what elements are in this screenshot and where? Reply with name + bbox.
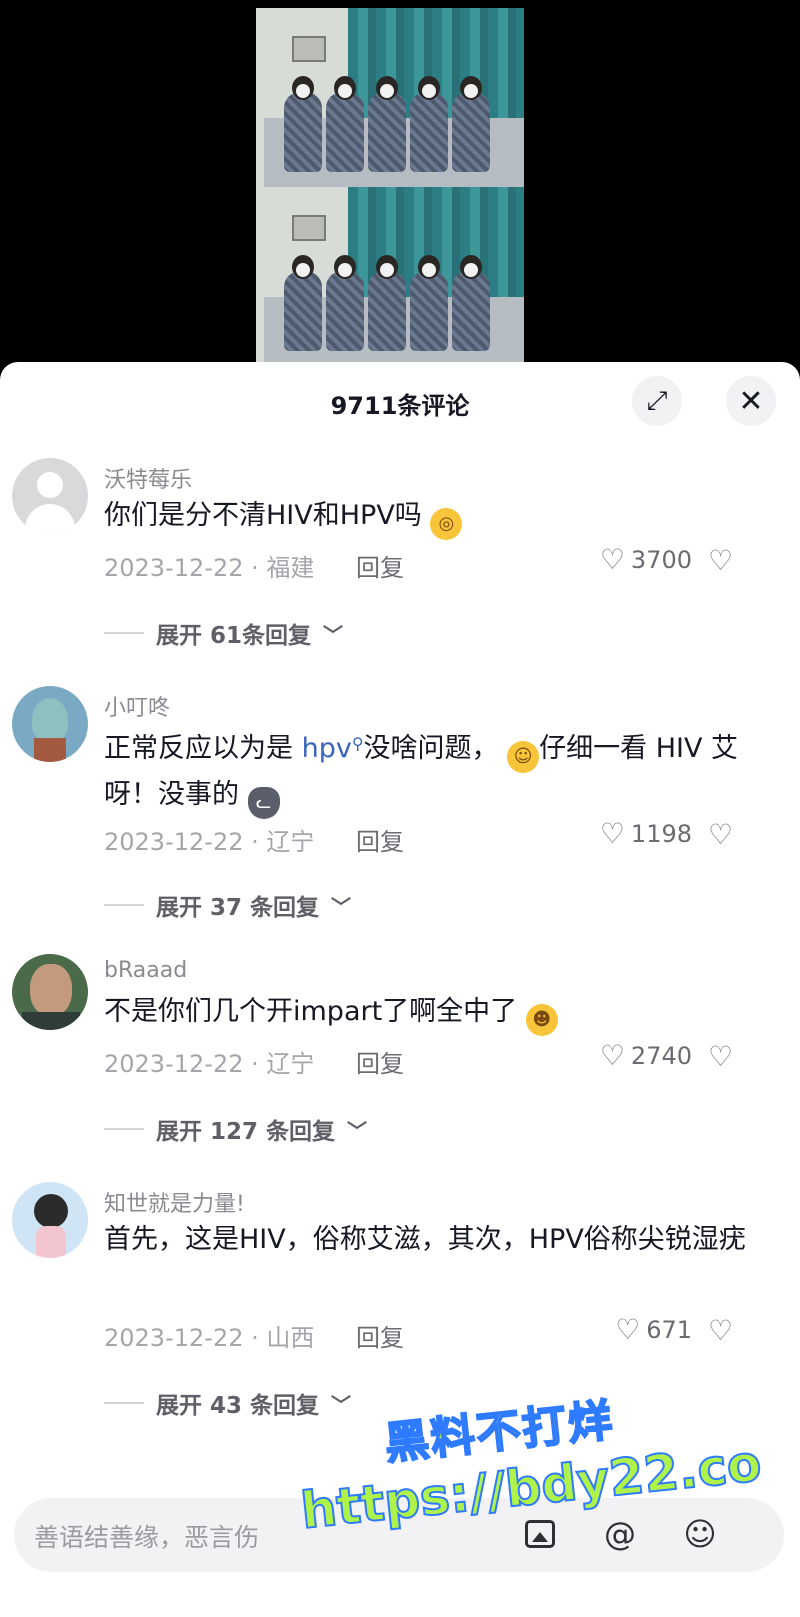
comment-text: 你们是分不清HIV和HPV吗 ◎ <box>104 494 754 540</box>
expand-replies-label: 展开 43 条回复 <box>156 1393 320 1419</box>
emoji-icon[interactable]: ☺ <box>678 1512 722 1556</box>
chevron-down-icon: ﹀ <box>347 1118 368 1143</box>
image-icon[interactable] <box>518 1512 562 1556</box>
broken-heart-icon[interactable]: ♡ <box>708 1040 733 1073</box>
chevron-down-icon: ﹀ <box>331 1392 352 1417</box>
cat-emoji-icon: ᓚ <box>247 787 280 819</box>
reply-button[interactable]: 回复 <box>356 548 404 583</box>
like-button[interactable]: ♡ 2740 <box>599 1039 692 1072</box>
like-count: 671 <box>646 1316 692 1344</box>
expand-replies-label: 展开 127 条回复 <box>156 1119 336 1145</box>
heart-icon: ♡ <box>599 817 625 850</box>
avatar[interactable] <box>12 954 88 1030</box>
reply-button[interactable]: 回复 <box>356 1044 404 1079</box>
close-icon: ✕ <box>738 383 764 419</box>
expand-icon: ⤢ <box>646 385 668 416</box>
divider <box>104 1128 144 1130</box>
expand-replies[interactable]: 展开 37 条回复 ﹀ <box>104 888 351 922</box>
expand-replies[interactable]: 展开 43 条回复 ﹀ <box>104 1386 351 1420</box>
heart-icon: ♡ <box>599 1039 625 1072</box>
like-count: 1198 <box>630 820 692 848</box>
chevron-down-icon: ﹀ <box>323 622 344 647</box>
dizzy-emoji-icon: ◎ <box>430 508 463 540</box>
broken-heart-icon[interactable]: ♡ <box>708 544 733 577</box>
heart-icon: ♡ <box>599 543 625 576</box>
like-button[interactable]: ♡ 671 <box>615 1313 692 1346</box>
divider <box>104 632 144 634</box>
comment-text: 首先，这是HIV，俗称艾滋，其次，HPV俗称尖锐湿疣 <box>104 1224 746 1255</box>
expand-replies-label: 展开 37 条回复 <box>156 895 320 921</box>
reply-button[interactable]: 回复 <box>356 1318 404 1353</box>
comment-date-location: 2023-12-22 · 辽宁 <box>104 1050 315 1078</box>
comment-date-location: 2023-12-22 · 辽宁 <box>104 828 315 856</box>
divider <box>104 1402 144 1404</box>
expand-replies[interactable]: 展开 61条回复 ﹀ <box>104 616 343 650</box>
comment-date-location: 2023-12-22 · 福建 <box>104 554 315 582</box>
like-count: 3700 <box>630 546 692 574</box>
expand-replies[interactable]: 展开 127 条回复 ﹀ <box>104 1112 367 1146</box>
heart-icon: ♡ <box>615 1313 641 1346</box>
comment-date-location: 2023-12-22 · 山西 <box>104 1324 315 1352</box>
photo-still-bottom <box>256 187 524 366</box>
comment-text: 正常反应以为是 hpv⚲没啥问题， ☺ 仔细一看 HIV 艾呀！没事的 ᓚ <box>104 722 754 819</box>
at-icon[interactable]: @ <box>598 1512 642 1556</box>
video-thumbnail[interactable] <box>256 8 524 366</box>
expand-sheet-button[interactable]: ⤢ <box>632 376 682 426</box>
comment-text: 不是你们几个开impart了啊全中了 ☻ <box>104 990 754 1036</box>
search-keyword-link[interactable]: hpv <box>302 733 352 764</box>
avatar[interactable] <box>12 1182 88 1258</box>
close-button[interactable]: ✕ <box>726 376 776 426</box>
avatar[interactable] <box>12 458 88 534</box>
like-button[interactable]: ♡ 1198 <box>599 817 692 850</box>
divider <box>104 904 144 906</box>
video-player[interactable] <box>0 0 800 380</box>
comment-input[interactable]: 善语结善缘，恶言伤 <box>34 1518 259 1554</box>
like-count: 2740 <box>630 1042 692 1070</box>
broken-heart-icon[interactable]: ♡ <box>708 1314 733 1347</box>
comment-sheet: 9711条评论 ⤢ ✕ 沃特莓乐 你们是分不清HIV和HPV吗 ◎ 2023-1… <box>0 362 800 1617</box>
avatar[interactable] <box>12 686 88 762</box>
expand-replies-label: 展开 61条回复 <box>156 623 312 649</box>
broken-heart-icon[interactable]: ♡ <box>708 818 733 851</box>
comment-input-bar[interactable]: 善语结善缘，恶言伤 @ ☺ <box>14 1498 784 1572</box>
comment-username[interactable]: 知世就是力量! <box>104 1186 245 1218</box>
laughing-emoji-icon: ☻ <box>525 1004 558 1036</box>
comment-username[interactable]: 小叮咚 <box>104 690 170 722</box>
comment-username[interactable]: 沃特莓乐 <box>104 462 192 494</box>
comment-username[interactable]: bRaaad <box>104 958 187 983</box>
chevron-down-icon: ﹀ <box>331 894 352 919</box>
search-icon[interactable]: ⚲ <box>352 734 364 753</box>
blush-emoji-icon: ☺ <box>507 741 540 773</box>
photo-still-top <box>256 8 524 187</box>
reply-button[interactable]: 回复 <box>356 822 404 857</box>
like-button[interactable]: ♡ 3700 <box>599 543 692 576</box>
